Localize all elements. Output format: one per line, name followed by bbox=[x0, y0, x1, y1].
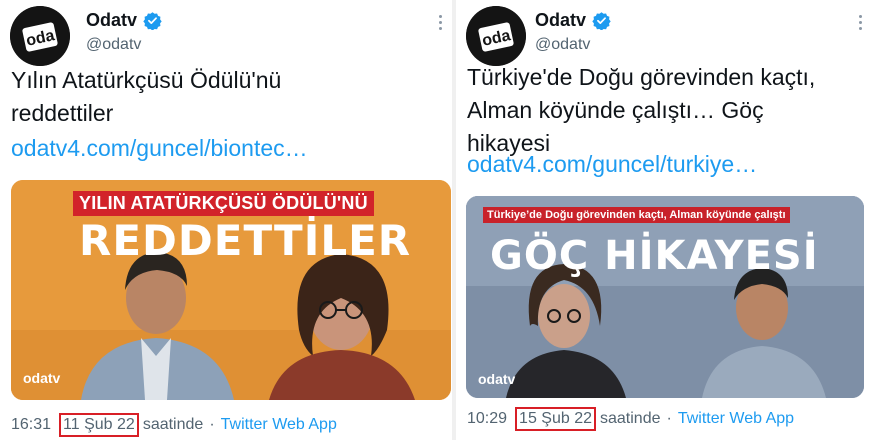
tweet-1: oda Odatv @odatv Yılın Atatürkçüsü Ödülü… bbox=[0, 0, 452, 440]
tweet-source-app[interactable]: Twitter Web App bbox=[678, 410, 794, 428]
card-headline: GÖÇ HİKAYESİ bbox=[490, 233, 819, 279]
more-options-icon[interactable] bbox=[432, 12, 448, 32]
tweet-time[interactable]: 16:31 bbox=[11, 416, 51, 434]
author-name[interactable]: Odatv bbox=[86, 10, 137, 31]
tweet-date-highlighted[interactable]: 15 Şub 22 bbox=[515, 407, 596, 431]
author-handle[interactable]: @odatv bbox=[535, 36, 590, 54]
meta-separator: · bbox=[666, 410, 672, 427]
meta-separator: · bbox=[209, 416, 215, 433]
tweet-text-line: reddettiler bbox=[11, 100, 114, 126]
tweet-text: Yılın Atatürkçüsü Ödülü'nü reddettiler bbox=[11, 64, 281, 130]
author-row[interactable]: Odatv bbox=[86, 10, 162, 31]
tweet-time[interactable]: 10:29 bbox=[467, 410, 507, 428]
author-row[interactable]: Odatv bbox=[535, 10, 611, 31]
tweet-text-line: Yılın Atatürkçüsü Ödülü'nü bbox=[11, 67, 282, 93]
avatar[interactable]: oda bbox=[10, 6, 70, 66]
card-brand-logo: odatv bbox=[23, 370, 61, 386]
link-card-image[interactable]: YILIN ATATÜRKÇÜSÜ ÖDÜLÜ'NÜ REDDETTİLER o… bbox=[11, 180, 451, 400]
odatv-logo-icon: oda bbox=[10, 6, 70, 66]
card-overtitle: Türkiye’de Doğu görevinden kaçtı, Alman … bbox=[483, 207, 790, 223]
tweet-text-line: Türkiye'de Doğu görevinden kaçtı, bbox=[467, 64, 816, 90]
tweet-date-suffix: saatinde bbox=[142, 416, 204, 433]
tweet-source-app[interactable]: Twitter Web App bbox=[221, 416, 337, 434]
tweet-text-line: Alman köyünde çalıştı… Göç bbox=[467, 97, 764, 123]
tweet-text: Türkiye'de Doğu görevinden kaçtı, Alman … bbox=[467, 61, 815, 160]
verified-badge-icon bbox=[143, 12, 162, 30]
verified-badge-icon bbox=[592, 12, 611, 30]
tweet-meta: 16:31 11 Şub 22 saatinde · Twitter Web A… bbox=[11, 413, 337, 437]
odatv-logo-icon: oda bbox=[466, 6, 526, 66]
tweet-2: oda Odatv @odatv Türkiye'de Doğu görevin… bbox=[456, 0, 880, 440]
tweet-date-highlighted[interactable]: 11 Şub 22 bbox=[59, 413, 139, 437]
author-handle[interactable]: @odatv bbox=[86, 36, 141, 54]
tweet-date-suffix: saatinde bbox=[600, 410, 661, 427]
author-name[interactable]: Odatv bbox=[535, 10, 586, 31]
avatar[interactable]: oda bbox=[466, 6, 526, 66]
card-brand-logo: odatv bbox=[478, 371, 516, 387]
tweet-link[interactable]: odatv4.com/guncel/biontec… bbox=[11, 135, 308, 162]
tweet-link[interactable]: odatv4.com/guncel/turkiye… bbox=[467, 151, 757, 178]
card-photo bbox=[466, 196, 864, 398]
more-options-icon[interactable] bbox=[852, 12, 868, 32]
tweet-meta: 10:29 15 Şub 22 saatinde · Twitter Web A… bbox=[467, 407, 794, 431]
card-overtitle: YILIN ATATÜRKÇÜSÜ ÖDÜLÜ'NÜ bbox=[73, 191, 374, 216]
link-card-image[interactable]: Türkiye’de Doğu görevinden kaçtı, Alman … bbox=[466, 196, 864, 398]
card-headline: REDDETTİLER bbox=[79, 216, 412, 265]
